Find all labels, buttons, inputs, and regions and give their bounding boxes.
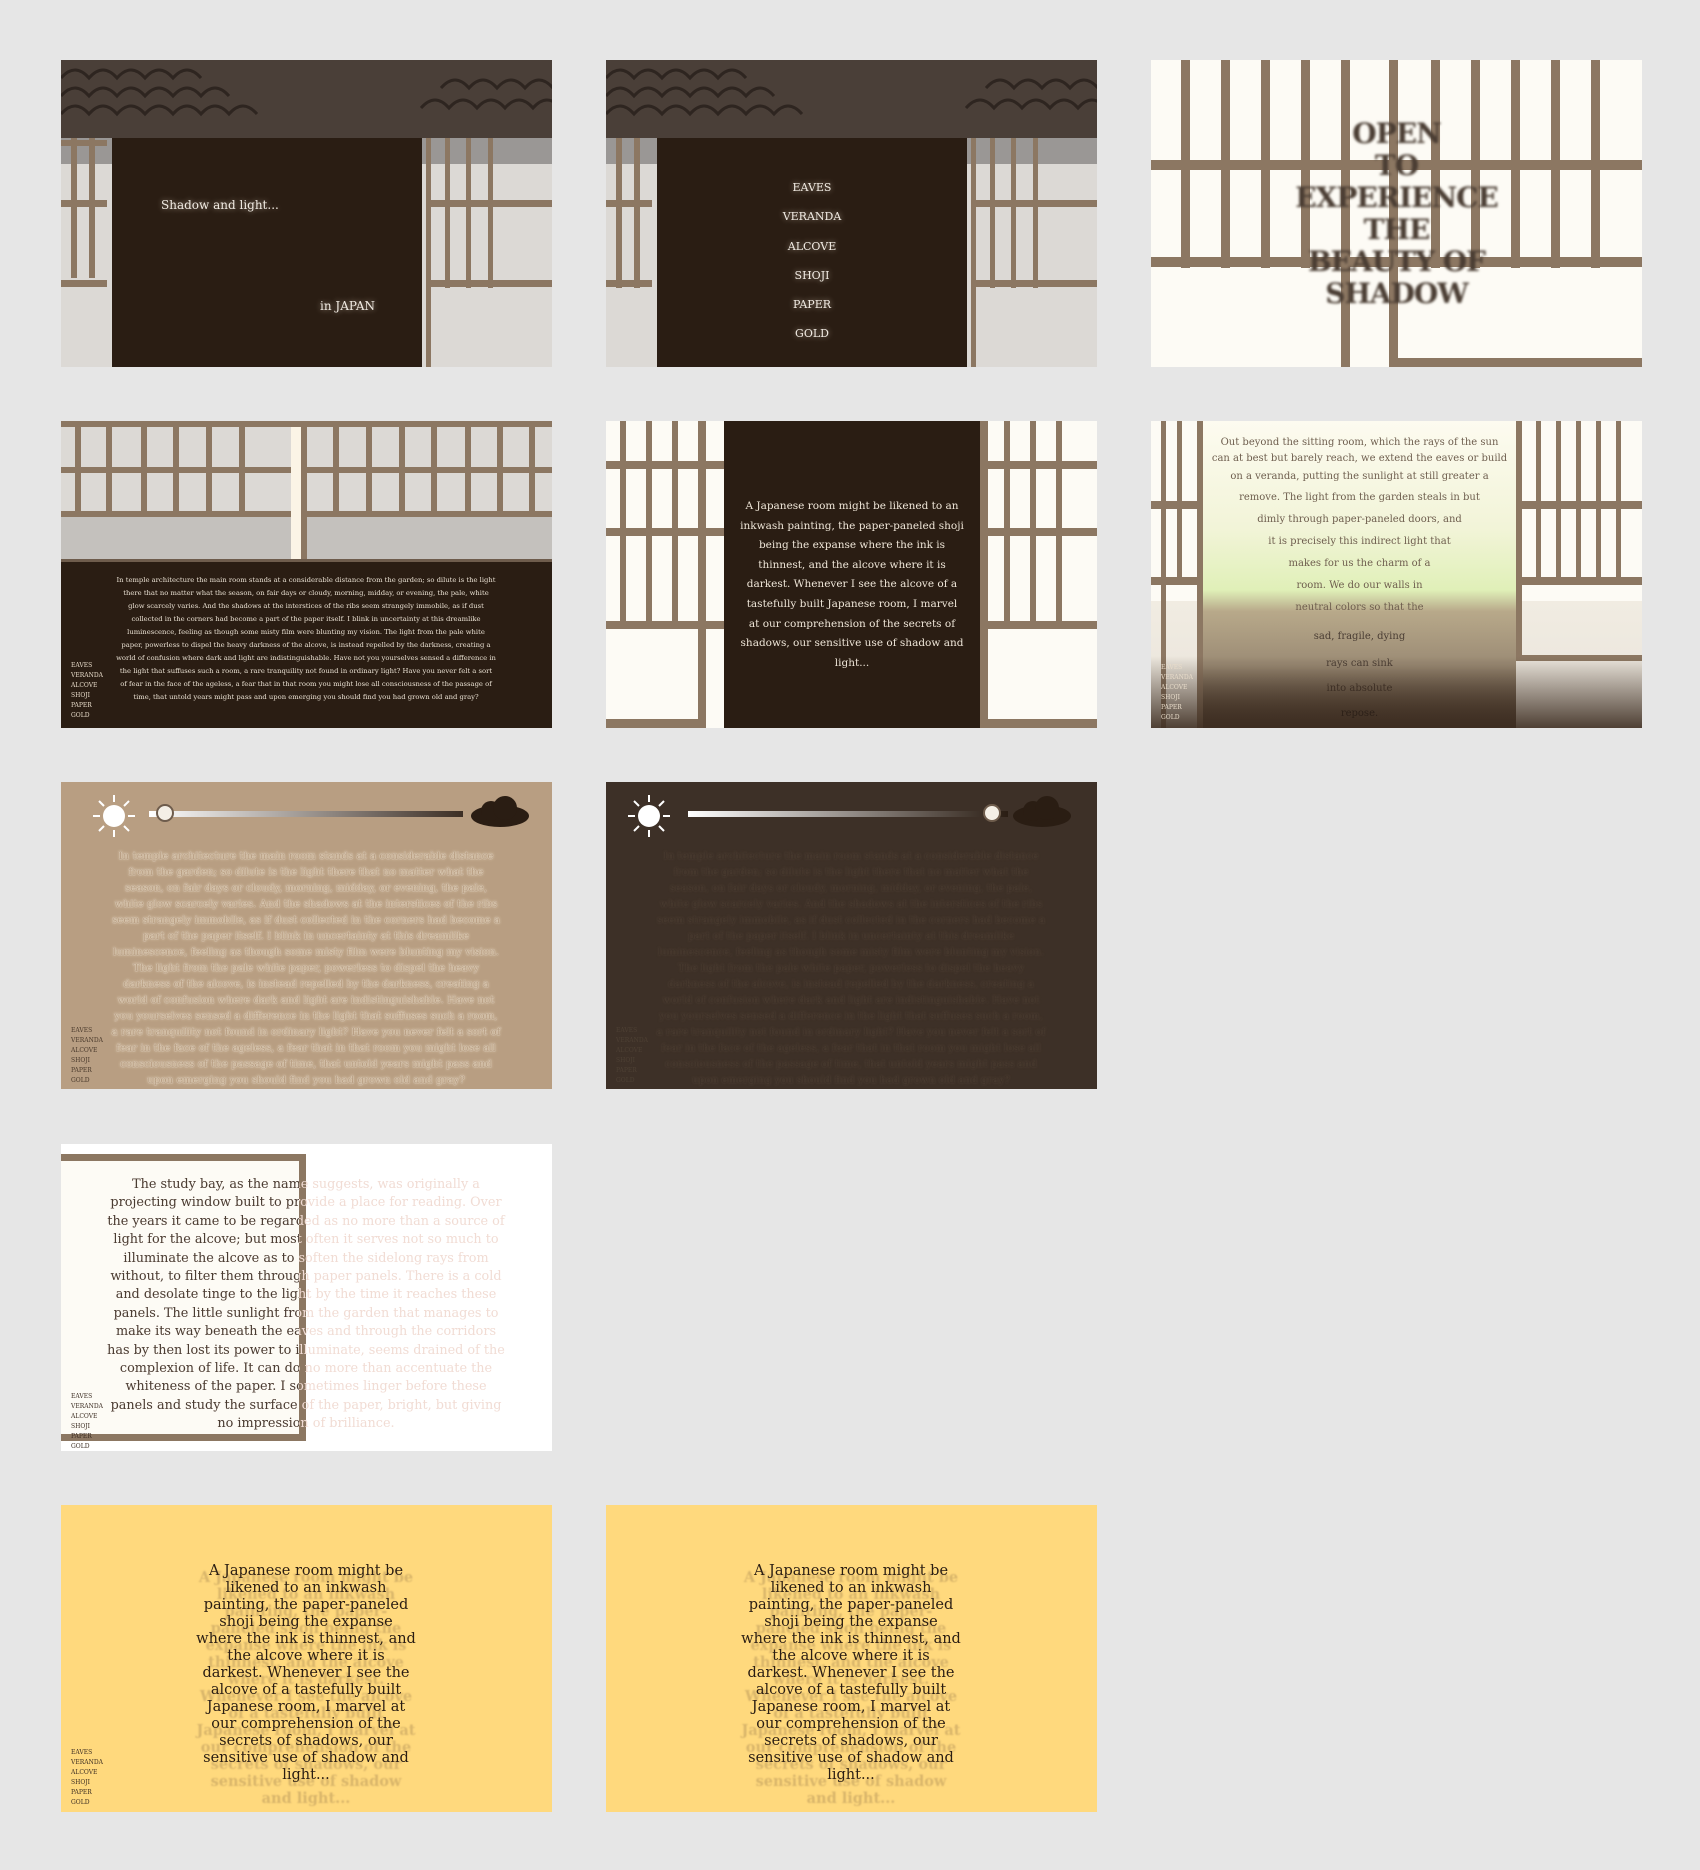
brightness-slider-track[interactable] xyxy=(688,811,1008,817)
nav-alcove[interactable]: ALCOVE xyxy=(71,1046,103,1056)
menu-item-shoji[interactable]: SHOJI xyxy=(657,261,967,290)
side-nav: EAVES VERANDA ALCOVE SHOJI PAPER GOLD xyxy=(616,1026,648,1086)
nav-alcove[interactable]: ALCOVE xyxy=(71,1412,103,1422)
side-nav: EAVES VERANDA ALCOVE SHOJI PAPER GOLD xyxy=(71,1748,103,1808)
menu-item-veranda[interactable]: VERANDA xyxy=(657,202,967,231)
menu-item-paper[interactable]: PAPER xyxy=(657,290,967,319)
panel-gold-2: A Japanese room might be likened to an i… xyxy=(606,1505,1097,1812)
panel-veranda: Out beyond the sitting room, which the r… xyxy=(1151,421,1642,728)
brightness-slider-track[interactable] xyxy=(149,811,463,817)
study-text: The study bay, as the name suggests, was… xyxy=(107,1177,299,1432)
nav-paper[interactable]: PAPER xyxy=(1161,703,1193,713)
temple-text: In temple architecture the main room sta… xyxy=(116,576,496,701)
panel-menu: EAVES VERANDA ALCOVE SHOJI PAPER GOLD xyxy=(606,60,1097,367)
nav-paper[interactable]: PAPER xyxy=(616,1066,648,1076)
nav-shoji[interactable]: SHOJI xyxy=(71,1056,103,1066)
nav-alcove[interactable]: ALCOVE xyxy=(71,681,103,691)
roof-tiles xyxy=(606,60,1097,138)
nav-shoji[interactable]: SHOJI xyxy=(1161,693,1193,703)
alcove-dark xyxy=(112,138,422,367)
panel-study: The study bay, as the name suggests, was… xyxy=(61,1144,552,1451)
sun-icon[interactable] xyxy=(91,793,137,839)
menu-item-eaves[interactable]: EAVES xyxy=(657,173,967,202)
nav-eaves[interactable]: EAVES xyxy=(1161,663,1193,673)
nav-shoji[interactable]: SHOJI xyxy=(71,691,103,701)
nav-veranda[interactable]: VERANDA xyxy=(71,1402,103,1412)
main-menu: EAVES VERANDA ALCOVE SHOJI PAPER GOLD xyxy=(657,173,967,349)
nav-veranda[interactable]: VERANDA xyxy=(71,1036,103,1046)
nav-gold[interactable]: GOLD xyxy=(1161,713,1193,723)
panel-temple: In temple architecture the main room sta… xyxy=(61,421,552,728)
nav-paper[interactable]: PAPER xyxy=(71,1788,103,1798)
side-nav: EAVES VERANDA ALCOVE SHOJI PAPER GOLD xyxy=(1161,663,1193,723)
menu-item-alcove[interactable]: ALCOVE xyxy=(657,232,967,261)
nav-eaves[interactable]: EAVES xyxy=(71,1392,103,1402)
cloud-icon[interactable] xyxy=(1011,794,1073,830)
nav-veranda[interactable]: VERANDA xyxy=(71,1758,103,1768)
nav-shoji[interactable]: SHOJI xyxy=(616,1056,648,1066)
brightness-slider-knob[interactable] xyxy=(983,804,1001,822)
nav-alcove[interactable]: ALCOVE xyxy=(71,1768,103,1778)
panel-gold-1: A Japanese room might be likened to an i… xyxy=(61,1505,552,1812)
nav-alcove[interactable]: ALCOVE xyxy=(616,1046,648,1056)
slider-light-text: In temple architecture the main room sta… xyxy=(111,850,501,1086)
nav-gold[interactable]: GOLD xyxy=(616,1076,648,1086)
panel-open[interactable]: OPEN TO EXPERIENCE THE BEAUTY OF SHADOW xyxy=(1151,60,1642,367)
room-text: A Japanese room might be likened to an i… xyxy=(740,500,964,669)
sun-icon[interactable] xyxy=(626,793,672,839)
nav-eaves[interactable]: EAVES xyxy=(71,661,103,671)
slider-dark-text: In temple architecture the main room sta… xyxy=(656,850,1046,1086)
gold-text: A Japanese room might be likened to an i… xyxy=(196,1563,416,1783)
brightness-slider-knob[interactable] xyxy=(155,804,174,822)
gold-text: A Japanese room might be likened to an i… xyxy=(741,1563,961,1783)
nav-eaves[interactable]: EAVES xyxy=(71,1748,103,1758)
nav-gold[interactable]: GOLD xyxy=(71,711,103,721)
nav-paper[interactable]: PAPER xyxy=(71,1432,103,1442)
nav-shoji[interactable]: SHOJI xyxy=(71,1778,103,1788)
intro-line1: Shadow and light... xyxy=(161,198,279,212)
side-nav: EAVES VERANDA ALCOVE SHOJI PAPER GOLD xyxy=(71,1026,103,1086)
nav-paper[interactable]: PAPER xyxy=(71,1066,103,1076)
veranda-text: Out beyond the sitting room, which the r… xyxy=(1211,437,1508,719)
nav-veranda[interactable]: VERANDA xyxy=(616,1036,648,1046)
roof-tiles xyxy=(61,60,552,138)
intro-line2: in JAPAN xyxy=(320,299,375,313)
nav-gold[interactable]: GOLD xyxy=(71,1442,103,1451)
nav-veranda[interactable]: VERANDA xyxy=(71,671,103,681)
side-nav: EAVES VERANDA ALCOVE SHOJI PAPER GOLD xyxy=(71,661,103,721)
nav-eaves[interactable]: EAVES xyxy=(616,1026,648,1036)
panel-room: A Japanese room might be likened to an i… xyxy=(606,421,1097,728)
nav-shoji[interactable]: SHOJI xyxy=(71,1422,103,1432)
side-nav: EAVES VERANDA ALCOVE SHOJI PAPER GOLD xyxy=(71,1392,103,1451)
open-heading: OPEN TO EXPERIENCE THE BEAUTY OF SHADOW xyxy=(1295,117,1498,310)
panel-intro[interactable]: Shadow and light... in JAPAN xyxy=(61,60,552,367)
panel-slider-light: In temple architecture the main room sta… xyxy=(61,782,552,1089)
nav-eaves[interactable]: EAVES xyxy=(71,1026,103,1036)
nav-alcove[interactable]: ALCOVE xyxy=(1161,683,1193,693)
nav-gold[interactable]: GOLD xyxy=(71,1076,103,1086)
nav-gold[interactable]: GOLD xyxy=(71,1798,103,1808)
nav-veranda[interactable]: VERANDA xyxy=(1161,673,1193,683)
cloud-icon[interactable] xyxy=(469,794,531,830)
panel-slider-dark: In temple architecture the main room sta… xyxy=(606,782,1097,1089)
menu-item-gold[interactable]: GOLD xyxy=(657,319,967,348)
nav-paper[interactable]: PAPER xyxy=(71,701,103,711)
